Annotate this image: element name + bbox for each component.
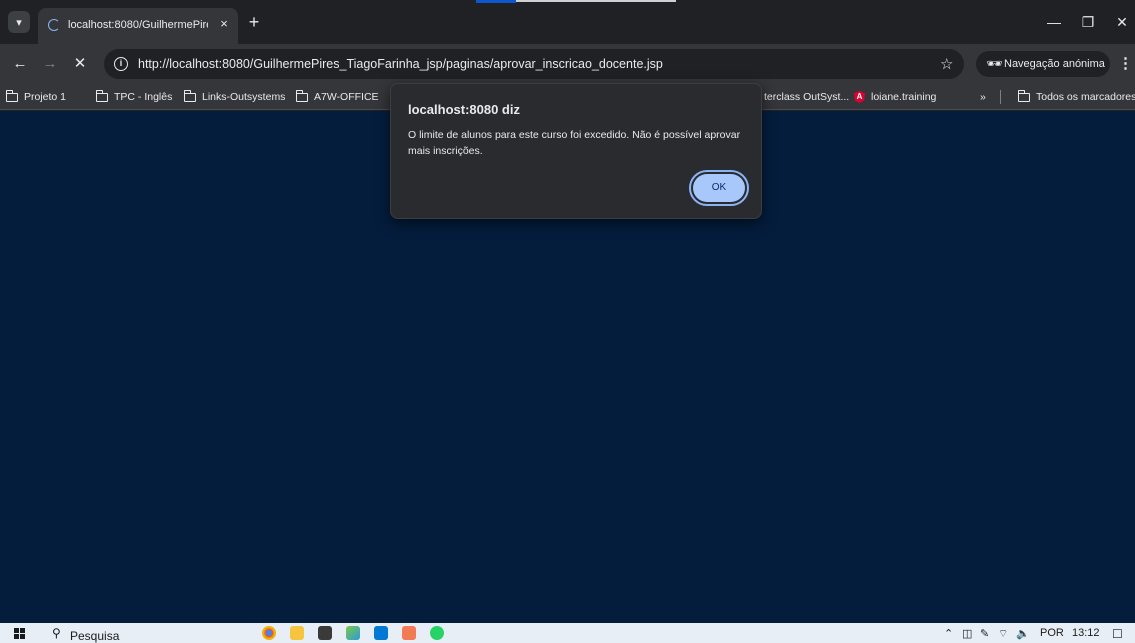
tab-title: localhost:8080/GuilhermePires_ — [68, 19, 208, 31]
minimize-button[interactable]: — — [1044, 12, 1064, 32]
stop-loading-icon[interactable]: ✕ — [70, 54, 90, 74]
taskbar-search[interactable]: ⚲ Pesquisa — [48, 625, 248, 643]
tab-close-icon[interactable]: × — [216, 16, 232, 32]
dialog-title: localhost:8080 diz — [408, 102, 520, 117]
forward-arrow-icon[interactable]: → — [40, 54, 60, 74]
pen-icon[interactable]: ✎ — [980, 627, 989, 640]
search-icon: ⚲ — [52, 626, 61, 640]
network-icon[interactable]: ◫ — [962, 627, 972, 640]
restore-button[interactable]: ❐ — [1078, 12, 1098, 32]
tab-strip: ▾ localhost:8080/GuilhermePires_ × + — ❐… — [0, 0, 1135, 44]
terminal-icon[interactable] — [318, 626, 332, 640]
language-indicator[interactable]: POR — [1040, 627, 1064, 639]
folder-icon — [295, 89, 308, 102]
whatsapp-icon[interactable] — [430, 626, 444, 640]
windows-taskbar: ⚲ Pesquisa ⌃ ◫ ✎ ⌔ 🔈 POR 13:12 ☐ — [0, 623, 1135, 643]
bookmarks-overflow-button[interactable]: » — [980, 89, 986, 105]
bookmark-projeto-1[interactable]: Projeto 1 — [5, 89, 67, 105]
incognito-indicator[interactable]: 🕶 Navegação anónima — [976, 51, 1110, 77]
alert-dialog: localhost:8080 diz O limite de alunos pa… — [390, 83, 762, 219]
bookmark-label: Projeto 1 — [24, 91, 67, 103]
clock[interactable]: 13:12 — [1072, 627, 1100, 639]
ok-button[interactable]: OK — [693, 174, 745, 202]
menu-kebab-icon[interactable]: ⋮ — [1118, 54, 1133, 72]
bookmark-links-outsystems[interactable]: Links-Outsystems — [183, 89, 286, 105]
folder-icon — [1017, 89, 1030, 102]
tab-search-button[interactable]: ▾ — [8, 11, 30, 33]
folder-icon — [183, 89, 196, 102]
all-bookmarks-label: Todos os marcadores — [1036, 91, 1135, 103]
volume-icon[interactable]: 🔈 — [1016, 627, 1030, 640]
dialog-message: O limite de alunos para este curso foi e… — [408, 129, 741, 157]
address-bar[interactable]: i http://localhost:8080/GuilhermePires_T… — [104, 49, 964, 79]
browser-toolbar: ← → ✕ i http://localhost:8080/GuilhermeP… — [0, 44, 1135, 84]
file-explorer-icon[interactable] — [290, 626, 304, 640]
office-icon[interactable] — [402, 626, 416, 640]
all-bookmarks-folder[interactable]: Todos os marcadores — [1017, 89, 1135, 105]
bookmark-a7w-office[interactable]: A7W-OFFICE — [295, 89, 379, 105]
folder-icon — [5, 89, 18, 102]
windows-start-icon[interactable] — [14, 628, 25, 639]
bookmark-label: A7W-OFFICE — [314, 91, 379, 103]
bookmark-label: terclass OutSyst... — [764, 91, 850, 103]
chrome-icon[interactable] — [262, 626, 276, 640]
vscode-icon[interactable] — [374, 626, 388, 640]
bookmarks-divider — [1000, 90, 1001, 104]
site-info-icon[interactable]: i — [114, 57, 128, 71]
bookmark-loiane-training[interactable]: A loiane.training — [854, 89, 936, 105]
incognito-label: Navegação anónima — [1004, 58, 1105, 70]
notifications-icon[interactable]: ☐ — [1112, 627, 1123, 641]
bookmark-tpc-ingles[interactable]: TPC - Inglês — [95, 89, 173, 105]
browser-window: ▾ localhost:8080/GuilhermePires_ × + — ❐… — [0, 0, 1135, 643]
loading-indicator — [476, 0, 516, 3]
show-hidden-icons-chevron-icon[interactable]: ⌃ — [944, 627, 953, 640]
tab-strip-highlight — [516, 0, 676, 2]
bookmark-label: Links-Outsystems — [202, 91, 286, 103]
bookmark-label: TPC - Inglês — [114, 91, 173, 103]
new-tab-button[interactable]: + — [244, 12, 264, 32]
folder-icon — [95, 89, 108, 102]
tab-active[interactable]: localhost:8080/GuilhermePires_ × — [38, 8, 238, 44]
app-icon[interactable] — [346, 626, 360, 640]
bookmark-masterclass-outsystems[interactable]: terclass OutSyst... — [764, 89, 849, 105]
wifi-icon[interactable]: ⌔ — [998, 627, 1008, 641]
bookmark-label: loiane.training — [871, 91, 937, 103]
taskbar-search-label: Pesquisa — [70, 629, 120, 643]
back-arrow-icon[interactable]: ← — [10, 54, 30, 74]
url-text[interactable]: http://localhost:8080/GuilhermePires_Tia… — [138, 57, 663, 71]
close-window-button[interactable]: ✕ — [1112, 12, 1132, 32]
incognito-icon: 🕶 — [986, 56, 1003, 71]
bookmark-star-icon[interactable]: ☆ — [940, 55, 953, 73]
angular-icon: A — [854, 91, 865, 103]
loading-spinner-icon — [48, 19, 60, 31]
